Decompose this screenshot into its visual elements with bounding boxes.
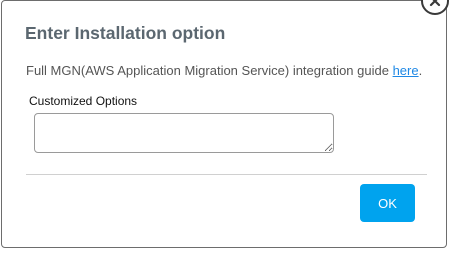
- guide-text: Full MGN(AWS Application Migration Servi…: [26, 63, 393, 78]
- close-button[interactable]: [421, 0, 449, 15]
- ok-button[interactable]: OK: [360, 184, 415, 222]
- integration-guide-text: Full MGN(AWS Application Migration Servi…: [26, 63, 422, 78]
- dialog-title: Enter Installation option: [25, 23, 226, 43]
- customized-options-input[interactable]: [34, 113, 334, 153]
- close-icon: [429, 0, 441, 7]
- footer-divider: [26, 174, 427, 175]
- guide-link[interactable]: here: [393, 63, 419, 78]
- customized-options-label: Customized Options: [29, 94, 138, 108]
- installation-option-dialog: Enter Installation option Full MGN(AWS A…: [1, 0, 449, 248]
- guide-suffix: .: [418, 63, 423, 78]
